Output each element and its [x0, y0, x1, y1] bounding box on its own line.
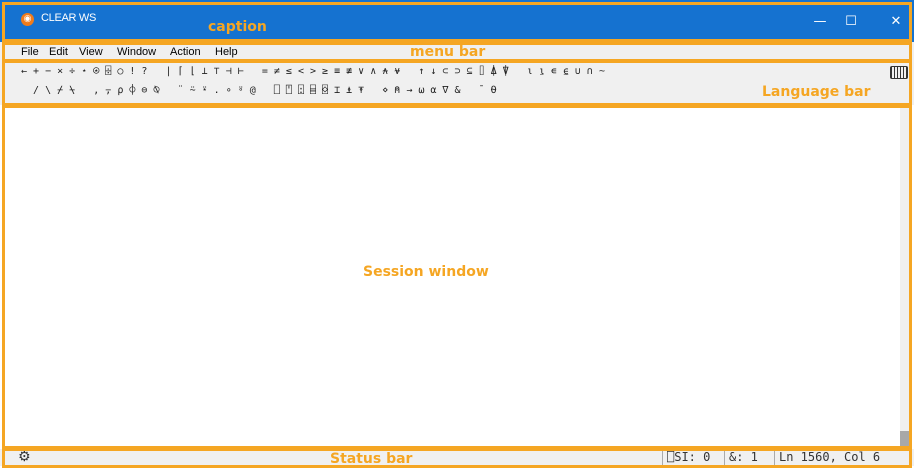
language-bar-annotation-label: Language bar — [762, 84, 871, 100]
session-annotation-label: Session window — [363, 264, 489, 280]
status-bar-annotation-box — [2, 448, 912, 468]
caption-annotation-box — [2, 2, 912, 42]
menu-bar-annotation-label: menu bar — [410, 44, 486, 60]
status-bar-annotation-label: Status bar — [330, 451, 413, 467]
caption-annotation-label: caption — [208, 19, 267, 35]
